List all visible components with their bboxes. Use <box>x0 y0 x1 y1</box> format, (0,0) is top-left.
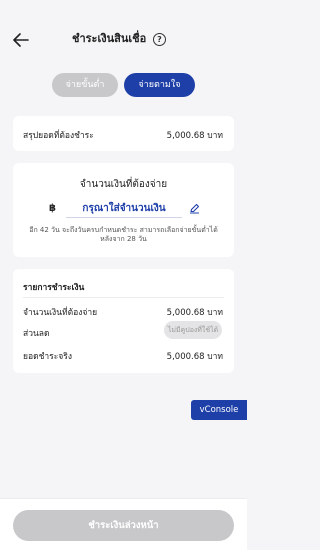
payment-details-card: รายการชำระเงิน จำนวนเงินที่ต้องจ่าย 5,00… <box>13 269 234 373</box>
summary-value: 5,000.68 บาท <box>166 131 223 141</box>
amount-input[interactable] <box>66 200 182 218</box>
vconsole-button[interactable]: vConsole <box>191 400 247 420</box>
no-coupon-badge[interactable]: ไม่มีคูปองที่ใช้ได้ <box>164 321 222 339</box>
due-date-hint: อีก 42 วัน จะถึงวันครบกำหนดชำระ สามารถเล… <box>29 226 218 243</box>
summary-label: สรุปยอดที่ต้องชำระ <box>23 131 94 141</box>
details-title: รายการชำระเงิน <box>23 283 85 293</box>
net-payment-value: 5,000.68 บาท <box>166 352 223 362</box>
segment-custom-payment[interactable]: จ่ายตามใจ <box>124 73 195 97</box>
prepay-submit-button[interactable]: ชำระเงินล่วงหน้า <box>13 510 234 541</box>
footer: ชำระเงินล่วงหน้า <box>0 498 247 550</box>
baht-icon: ฿ <box>49 203 56 214</box>
question-circle-icon[interactable]: ? <box>153 33 166 46</box>
net-payment-label: ยอดชำระจริง <box>23 352 72 362</box>
amount-card-title: จำนวนเงินที่ต้องจ่าย <box>79 179 168 190</box>
discount-label: ส่วนลด <box>23 329 50 339</box>
divider <box>23 297 224 298</box>
header: ชำระเงินสินเชื่อ ? <box>0 0 247 60</box>
amount-card: จำนวนเงินที่ต้องจ่าย ฿ อีก 42 วัน จะถึงว… <box>13 163 234 257</box>
pencil-icon[interactable] <box>189 203 200 217</box>
amount-due-value: 5,000.68 บาท <box>166 308 223 318</box>
segment-minimum-payment[interactable]: จ่ายขั้นต่ำ <box>52 73 118 97</box>
amount-due-label: จำนวนเงินที่ต้องจ่าย <box>23 308 98 318</box>
arrow-left-icon[interactable] <box>11 30 31 50</box>
summary-card: สรุปยอดที่ต้องชำระ 5,000.68 บาท <box>13 116 234 151</box>
page-title: ชำระเงินสินเชื่อ <box>72 32 147 45</box>
